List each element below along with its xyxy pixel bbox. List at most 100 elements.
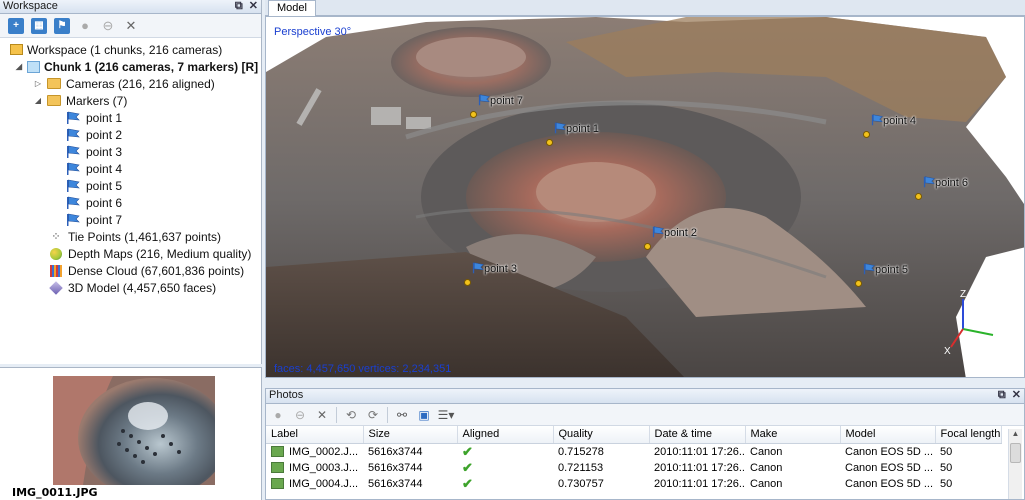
photo-model-cell: Canon EOS 5D ... xyxy=(845,445,934,458)
photo-icon xyxy=(271,462,284,474)
table-row[interactable]: IMG_0004.J... 5616x3744 ✔ 0.730757 2010:11:0… xyxy=(266,476,1001,492)
remove-icon[interactable]: ✕ xyxy=(314,407,330,423)
chunk-icon xyxy=(27,60,40,73)
workspace-tree: Workspace (1 chunks, 216 cameras) ◢ Chun… xyxy=(0,38,261,296)
disable-icon[interactable]: ⊖ xyxy=(100,18,116,34)
tree-chunk[interactable]: ◢ Chunk 1 (216 cameras, 7 markers) [R] xyxy=(0,58,261,75)
binoculars-icon[interactable]: ⚯ xyxy=(394,407,410,423)
tree-marker-item[interactable]: point 4 xyxy=(0,160,261,177)
photo-label-cell: IMG_0003.J... xyxy=(266,460,363,476)
column-header[interactable]: Label xyxy=(266,426,364,444)
tree-label: Cameras (216, 216 aligned) xyxy=(66,76,215,91)
float-icon[interactable]: ⧉ xyxy=(998,389,1006,401)
close-icon[interactable]: ✕ xyxy=(1012,389,1021,401)
tree-label: point 4 xyxy=(86,161,123,176)
photos-scrollbar[interactable]: ▲ xyxy=(1008,429,1022,499)
tab-model[interactable]: Model xyxy=(268,0,316,16)
model-stats: faces: 4,457,650 vertices: 2,234,351 xyxy=(274,363,452,375)
aligned-check-icon: ✔ xyxy=(462,443,473,459)
photo-icon xyxy=(271,446,284,458)
photo-preview-panel: IMG_0011.JPG xyxy=(0,367,262,500)
photo-icon xyxy=(271,478,284,490)
model-marker-label: point 6 xyxy=(935,177,969,189)
tree-marker-item[interactable]: point 2 xyxy=(0,126,261,143)
axis-y-label: Y xyxy=(995,327,1002,338)
photo-model-cell: Canon EOS 5D ... xyxy=(845,477,934,490)
column-header[interactable]: Date & time xyxy=(649,426,746,444)
photo-make-cell: Canon xyxy=(750,445,783,458)
folder-open-icon xyxy=(46,94,62,108)
tree-marker-item[interactable]: point 3 xyxy=(0,143,261,160)
add-photos-icon[interactable]: ▦ xyxy=(31,17,47,34)
tree-tie-points[interactable]: ⁘ Tie Points (1,461,637 points) xyxy=(0,228,261,245)
tree-label: point 2 xyxy=(86,127,123,142)
view-mode-icon[interactable]: ☰▾ xyxy=(438,407,455,423)
photos-title-bar: Photos ⧉ ✕ xyxy=(266,389,1024,404)
marker-flag-icon xyxy=(66,213,82,227)
photo-focal-cell: 50 xyxy=(940,461,953,474)
tree-label: Chunk 1 (216 cameras, 7 markers) [R] xyxy=(44,59,259,74)
photo-datetime-cell: 2010:11:01 17:26... xyxy=(654,445,745,458)
tree-cameras[interactable]: ▷ Cameras (216, 216 aligned) xyxy=(0,75,261,92)
tree-dense-cloud[interactable]: Dense Cloud (67,601,836 points) xyxy=(0,262,261,279)
tree-depth-maps[interactable]: Depth Maps (216, Medium quality) xyxy=(0,245,261,262)
marker-flag-icon xyxy=(66,179,82,193)
photo-label: IMG_0002.J... xyxy=(289,445,359,458)
scroll-thumb[interactable] xyxy=(1010,443,1021,463)
workspace-title: Workspace xyxy=(3,0,58,12)
photo-size-cell: 5616x3744 xyxy=(368,461,423,474)
column-header[interactable]: Focal length xyxy=(935,426,1002,444)
tree-workspace-root[interactable]: Workspace (1 chunks, 216 cameras) xyxy=(0,41,261,58)
workspace-icon xyxy=(10,44,23,55)
tree-marker-item[interactable]: point 1 xyxy=(0,109,261,126)
photo-label: IMG_0003.J... xyxy=(289,461,359,474)
close-icon[interactable]: ✕ xyxy=(249,0,258,12)
table-row[interactable]: IMG_0002.J... 5616x3744 ✔ 0.715278 2010:11:0… xyxy=(266,443,1001,460)
photos-table: Label Size Aligned Quality Date & time Make Mo… xyxy=(266,426,1002,492)
expand-down-icon[interactable]: ◢ xyxy=(33,96,43,105)
expand-down-icon[interactable]: ◢ xyxy=(14,62,24,71)
column-header[interactable]: Quality xyxy=(553,426,650,444)
rotate-right-icon[interactable]: ⟳ xyxy=(365,407,381,423)
tree-label: Workspace (1 chunks, 216 cameras) xyxy=(27,42,223,57)
add-chunk-icon[interactable]: + xyxy=(8,17,24,34)
photo-label: IMG_0004.J... xyxy=(289,477,359,490)
float-icon[interactable]: ⧉ xyxy=(235,0,243,12)
expand-right-icon[interactable]: ▷ xyxy=(33,79,43,88)
marker-point-icon xyxy=(863,131,870,138)
marker-point-icon xyxy=(644,243,651,250)
column-header[interactable]: Size xyxy=(363,426,458,444)
tree-label: Tie Points (1,461,637 points) xyxy=(68,229,221,244)
marker-flag-icon xyxy=(66,145,82,159)
column-header[interactable]: Aligned xyxy=(457,426,554,444)
enable-icon[interactable]: ● xyxy=(77,18,93,34)
table-row[interactable]: IMG_0003.J... 5616x3744 ✔ 0.721153 2010:11:0… xyxy=(266,460,1001,476)
tree-marker-item[interactable]: point 5 xyxy=(0,177,261,194)
add-marker-icon[interactable]: ⚑ xyxy=(54,17,70,34)
axis-x-label: X xyxy=(944,346,951,357)
photo-focal-cell: 50 xyxy=(940,477,953,490)
tree-markers[interactable]: ◢ Markers (7) xyxy=(0,92,261,109)
tree-label: Markers (7) xyxy=(66,93,128,108)
column-header[interactable]: Model xyxy=(840,426,936,444)
enable-icon[interactable]: ● xyxy=(270,407,286,423)
marker-point-icon xyxy=(546,139,553,146)
reset-filter-icon[interactable]: ▣ xyxy=(416,407,432,423)
remove-icon[interactable]: ✕ xyxy=(123,18,139,34)
rotate-left-icon[interactable]: ⟲ xyxy=(343,407,359,423)
photo-preview-image xyxy=(53,376,215,485)
disable-icon[interactable]: ⊖ xyxy=(292,407,308,423)
marker-flag-icon xyxy=(66,128,82,142)
model-viewport[interactable]: Z Y X Perspective 30° faces: 4,457,650 v… xyxy=(265,16,1025,378)
tree-3d-model[interactable]: 3D Model (4,457,650 faces) xyxy=(0,279,261,296)
aligned-check-icon: ✔ xyxy=(462,475,473,491)
scroll-up-icon[interactable]: ▲ xyxy=(1009,429,1022,441)
photos-table-header: Label Size Aligned Quality Date & time Make Mo… xyxy=(266,426,1002,444)
marker-point-icon xyxy=(915,193,922,200)
model-marker-label: point 7 xyxy=(490,95,524,107)
tree-label: Depth Maps (216, Medium quality) xyxy=(68,246,252,261)
tree-marker-item[interactable]: point 6 xyxy=(0,194,261,211)
column-header[interactable]: Make xyxy=(745,426,841,444)
tree-marker-item[interactable]: point 7 xyxy=(0,211,261,228)
tree-label: Dense Cloud (67,601,836 points) xyxy=(68,263,245,278)
